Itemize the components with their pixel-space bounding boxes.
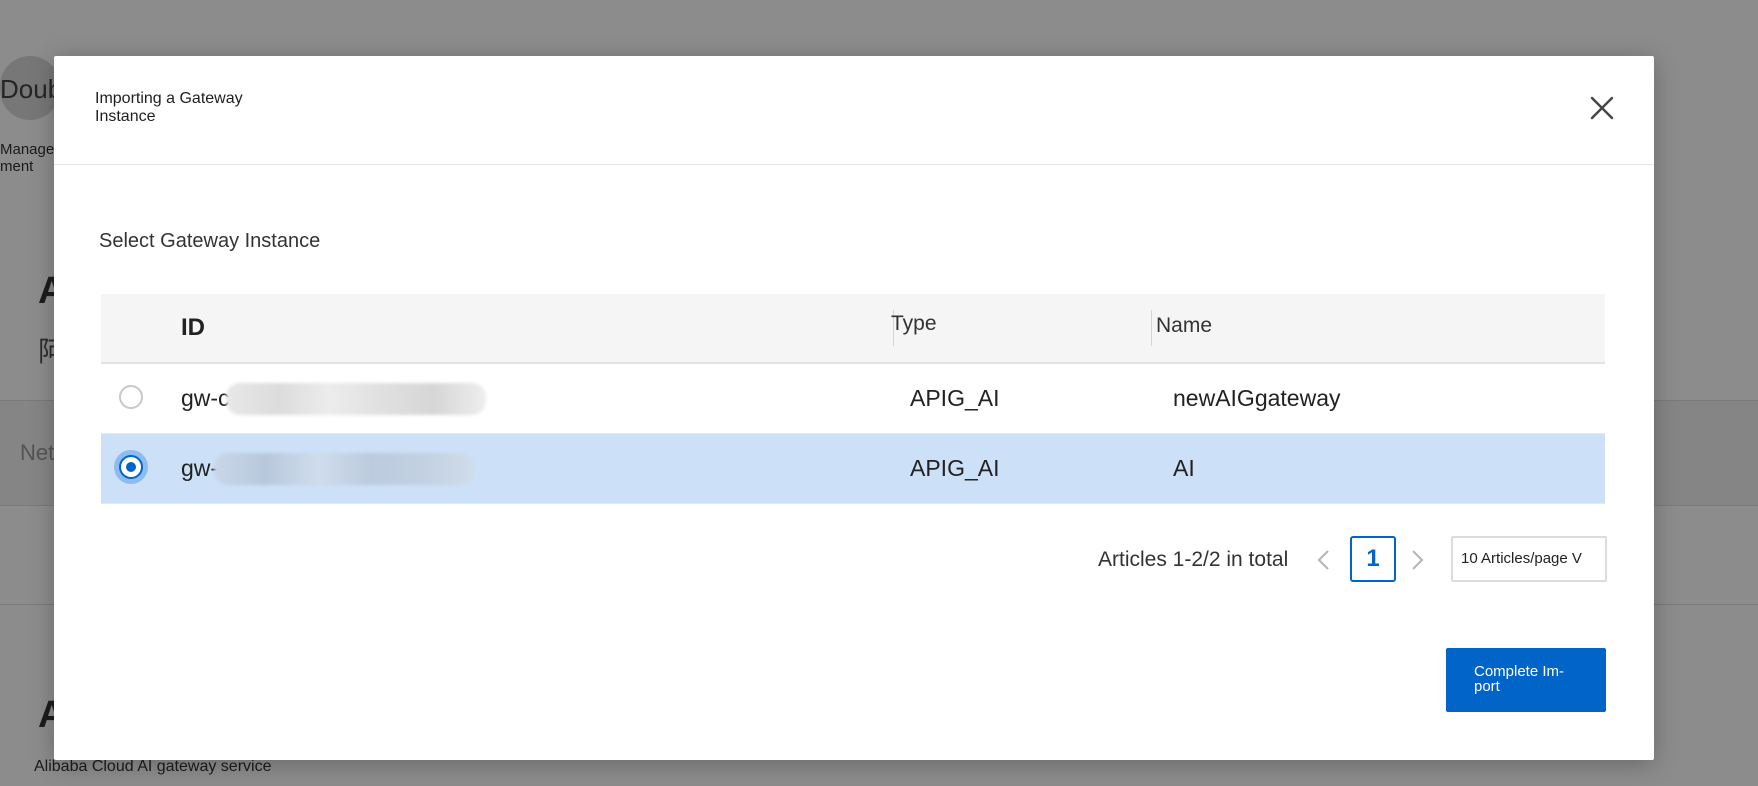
column-header-id: ID [181, 314, 205, 341]
redacted-mask [214, 452, 475, 485]
cell-name: newAIGgateway [1173, 385, 1341, 411]
column-divider[interactable] [1151, 310, 1152, 346]
instance-id: gw-c [181, 385, 230, 411]
column-header-type: Type [891, 312, 937, 335]
pagination-total: Articles 1-2/2 in total [1098, 548, 1289, 571]
gateway-instance-table: ID Type Name gw-c APIG_AI newAIGgateway … [101, 294, 1605, 504]
close-icon [1590, 96, 1614, 120]
import-gateway-dialog: Importing a Gateway Instance Select Gate… [54, 56, 1654, 760]
cell-type: APIG_AI [910, 385, 1000, 411]
complete-import-button[interactable]: Complete Im- port [1446, 648, 1606, 712]
row-radio[interactable] [119, 385, 143, 409]
section-label: Select Gateway Instance [99, 230, 321, 252]
cell-id: gw- [181, 434, 475, 503]
instance-id: gw- [181, 455, 219, 481]
table-header: ID Type Name [101, 294, 1605, 364]
pagination: Articles 1-2/2 in total 1 10 Articles/pa… [54, 536, 1607, 584]
next-page-button[interactable] [1407, 548, 1427, 572]
dialog-header: Importing a Gateway Instance [54, 56, 1654, 165]
page-size-select[interactable]: 10 Articles/page V [1451, 536, 1607, 582]
redacted-mask [225, 382, 486, 415]
prev-page-button[interactable] [1314, 548, 1334, 572]
page-number-current[interactable]: 1 [1350, 536, 1396, 582]
table-row-selected[interactable]: gw- APIG_AI AI [101, 434, 1605, 504]
close-button[interactable] [1586, 92, 1618, 124]
table-row[interactable]: gw-c APIG_AI newAIGgateway [101, 364, 1605, 434]
row-radio[interactable] [119, 455, 143, 479]
chevron-left-icon [1317, 550, 1329, 570]
dialog-title: Importing a Gateway Instance [95, 90, 243, 125]
radio-dot [126, 462, 136, 472]
cell-type: APIG_AI [910, 455, 1000, 481]
cell-id: gw-c [181, 364, 486, 433]
column-header-name: Name [1156, 314, 1213, 337]
chevron-right-icon [1412, 550, 1424, 570]
cell-name: AI [1173, 455, 1195, 481]
